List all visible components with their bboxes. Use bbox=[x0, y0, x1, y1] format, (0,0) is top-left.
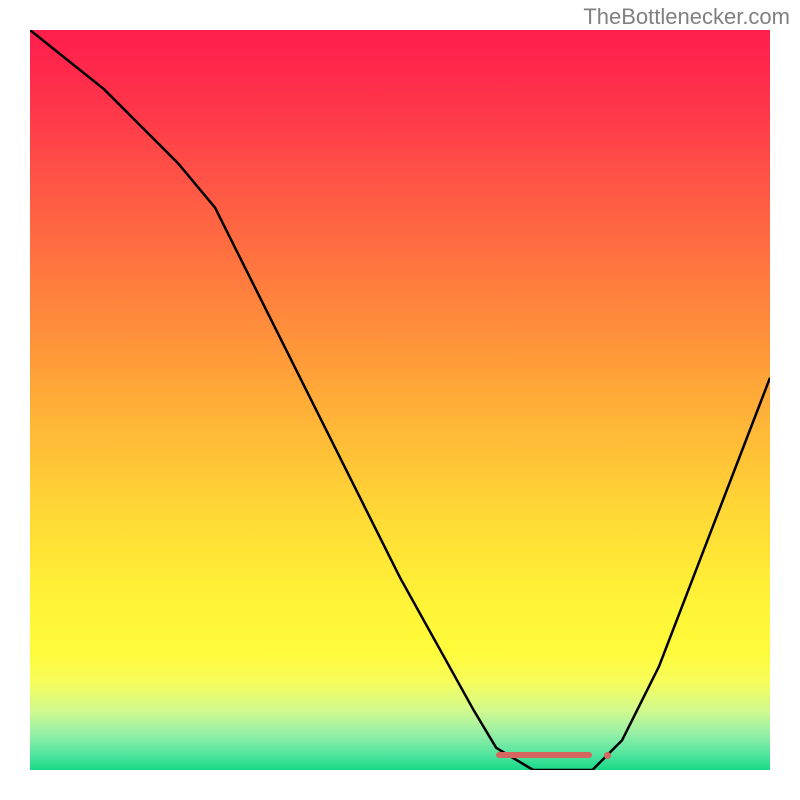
watermark-text: TheBottlenecker.com bbox=[583, 4, 790, 30]
curve-svg bbox=[30, 30, 770, 770]
bottleneck-curve bbox=[30, 30, 770, 770]
optimal-range-dot bbox=[604, 752, 611, 759]
plot-area bbox=[30, 30, 770, 770]
chart-container: TheBottlenecker.com bbox=[0, 0, 800, 800]
optimal-range-marker bbox=[496, 752, 592, 758]
